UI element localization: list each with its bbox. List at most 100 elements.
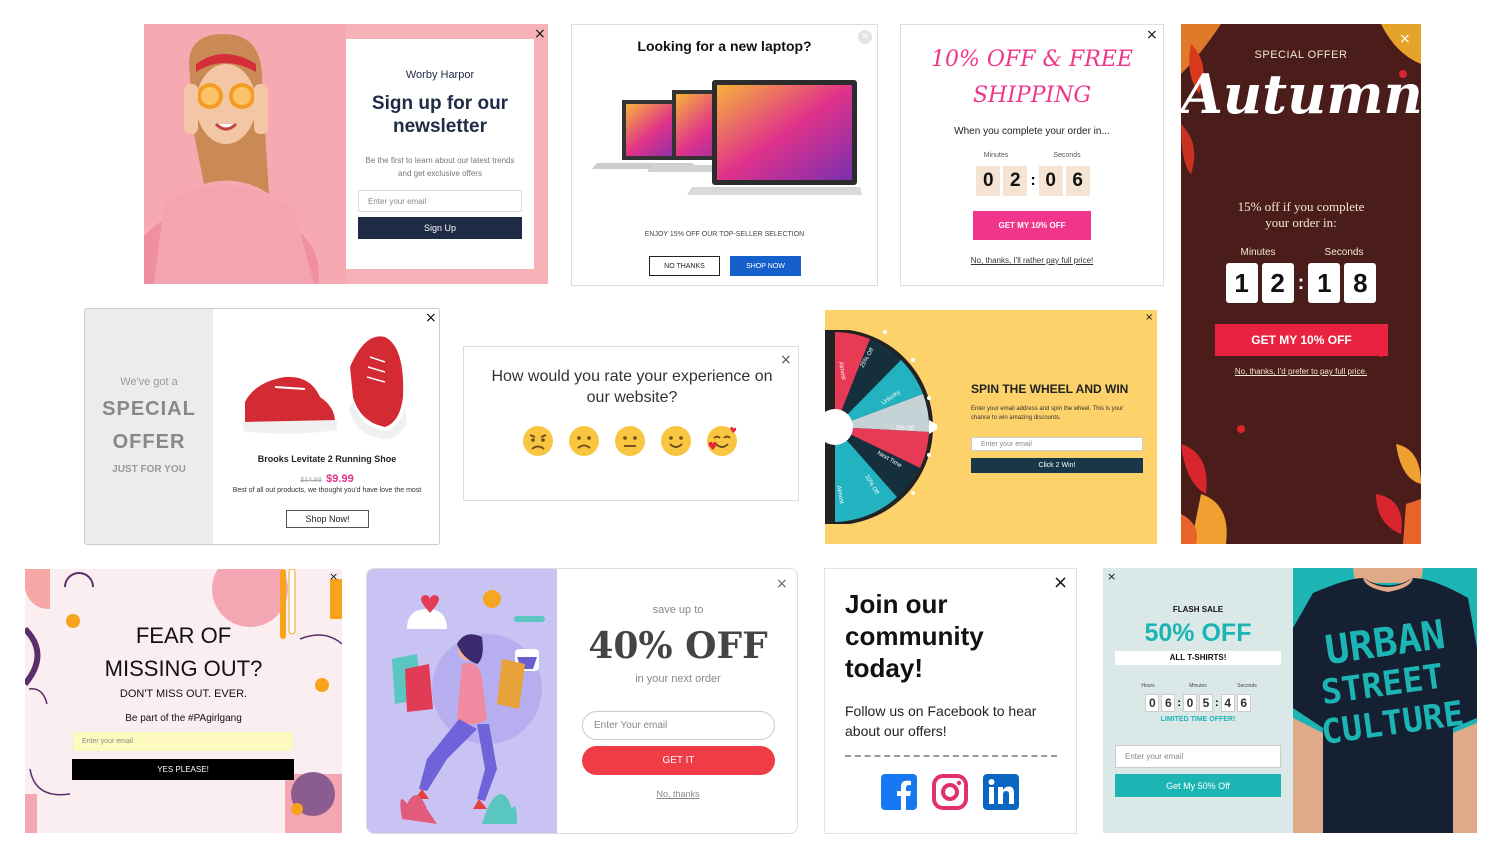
geometric-decorations — [25, 569, 342, 833]
timer-digit: 5 — [1199, 694, 1213, 712]
email-input[interactable]: Enter your email — [971, 437, 1143, 451]
offer-tagline: JUST FOR YOU — [112, 464, 186, 475]
dashed-divider — [845, 755, 1057, 757]
facebook-icon[interactable] — [881, 774, 917, 815]
neutral-emoji[interactable] — [614, 425, 646, 462]
wheel-title: SPIN THE WHEEL AND WIN — [971, 382, 1129, 396]
click-to-win-button[interactable]: Click 2 Win! — [971, 458, 1143, 473]
flash-sale-popup: × FLASH SALE 50% OFF ALL T-SHIRTS! Hours… — [1103, 568, 1477, 833]
email-input[interactable]: Enter your email — [72, 731, 294, 752]
offer-pre: save up to — [652, 604, 704, 616]
seconds-label: Seconds — [1053, 152, 1081, 159]
shoe-image — [235, 327, 425, 452]
timer-digit: 2 — [1261, 263, 1294, 303]
close-icon[interactable]: × — [1399, 32, 1411, 46]
decline-link[interactable]: No, thanks, I'd prefer to pay full price… — [1181, 367, 1421, 376]
close-icon[interactable]: × — [1145, 311, 1153, 325]
flash-label: FLASH SALE — [1172, 605, 1224, 614]
timer-digit: 0 — [1145, 694, 1160, 712]
timer-separator: : — [1215, 697, 1219, 709]
prize-wheel[interactable]: Almost 25% Off Unlucky 5% Off Next Time … — [825, 330, 941, 529]
email-input[interactable]: Enter Your email — [582, 711, 775, 740]
instagram-icon[interactable] — [932, 774, 968, 815]
minutes-label: Minutes — [983, 152, 1009, 159]
timer-digit: 0 — [1183, 694, 1197, 712]
timer-digit: 1 — [1225, 263, 1258, 303]
email-input[interactable]: Enter your email — [1115, 745, 1281, 768]
close-icon[interactable]: × — [776, 577, 788, 591]
sale-price: $9.99 — [326, 473, 354, 485]
product-description: Best of all out products, we thought you… — [232, 487, 422, 494]
close-icon[interactable]: × — [1107, 570, 1116, 584]
offer-title-line2: SHIPPING — [972, 83, 1092, 108]
get-offer-button[interactable]: Get My 50% Off — [1115, 774, 1281, 797]
timer-digit: 6 — [1236, 694, 1251, 712]
close-icon[interactable]: × — [425, 311, 437, 325]
timer-digit: 6 — [1065, 166, 1090, 196]
community-description: Follow us on Facebook to hear about our … — [845, 703, 1037, 739]
smiling-emoji[interactable] — [660, 425, 692, 462]
timer-separator: : — [1297, 271, 1305, 294]
wheel-segment-label: 5% Off — [896, 426, 915, 432]
timer-digit: 0 — [976, 166, 1001, 196]
autumn-title: Autumn — [1181, 62, 1421, 126]
decline-link[interactable]: No, thanks — [557, 789, 797, 799]
close-icon[interactable]: × — [1146, 28, 1158, 42]
community-title-line2: community — [845, 621, 984, 651]
fomo-title-line1: FEAR OF — [135, 623, 232, 648]
get-offer-button[interactable]: GET MY 10% OFF — [1215, 324, 1388, 356]
spin-wheel-popup: Almost 25% Off Unlucky 5% Off Next Time … — [825, 310, 1157, 544]
fomo-tagline: Be part of the #PAgirlgang — [125, 713, 242, 724]
close-icon[interactable]: × — [858, 30, 872, 44]
get-it-button[interactable]: GET IT — [582, 746, 775, 775]
offer-title-line1: 10% OFF & FREE — [931, 47, 1133, 72]
sign-up-button[interactable]: Sign Up — [358, 217, 522, 239]
timer-digit: 4 — [1220, 694, 1235, 712]
offer-headline: 40% OFF — [588, 625, 768, 667]
offer-word: OFFER — [112, 431, 186, 453]
offer-side-panel: We've got a SPECIAL OFFER JUST FOR YOU — [85, 309, 213, 544]
offer-subtitle: When you complete your order in... — [954, 126, 1110, 137]
rating-popup: × How would you rate your experience on … — [463, 346, 799, 501]
angry-emoji[interactable] — [522, 425, 554, 462]
linkedin-icon[interactable] — [983, 774, 1019, 815]
laptop-image — [592, 75, 862, 210]
close-icon[interactable]: × — [534, 27, 546, 41]
timer-separator: : — [1030, 172, 1036, 189]
woman-photo — [144, 24, 346, 284]
shop-now-button[interactable]: Shop Now! — [286, 510, 369, 528]
newsletter-popup: Worby Harpor Sign up for our newsletter … — [144, 24, 548, 284]
timer-digit: 2 — [1003, 166, 1028, 196]
offer-intro: We've got a — [120, 376, 178, 388]
close-icon[interactable]: × — [329, 570, 338, 584]
seconds-label: Seconds — [1324, 247, 1364, 258]
offer-special: SPECIAL — [102, 398, 196, 420]
close-icon[interactable]: × — [780, 353, 792, 367]
product-name: Brooks Levitate 2 Running Shoe — [257, 454, 397, 464]
tshirt-image: URBAN STREET CULTURE — [1293, 568, 1477, 833]
email-input[interactable]: Enter your email — [358, 190, 522, 212]
hours-label: Hours — [1141, 683, 1155, 689]
timer-digit: 6 — [1161, 694, 1176, 712]
old-price: $14.99 — [300, 477, 322, 484]
popup-title: Looking for a new laptop? — [637, 38, 812, 54]
rating-question: How would you rate your experience on ou… — [491, 368, 773, 406]
minutes-label: Minutes — [1189, 683, 1207, 689]
community-popup: × Join our community today! Follow us on… — [824, 568, 1077, 834]
close-icon[interactable]: × — [1053, 574, 1068, 592]
timer-digit: 8 — [1344, 263, 1377, 303]
community-title-line3: today! — [845, 653, 923, 683]
offer-post: in your next order — [635, 673, 721, 685]
decline-link[interactable]: No, thanks, I'll rather pay full price! — [901, 256, 1163, 265]
yes-please-button[interactable]: YES PLEASE! — [72, 759, 294, 780]
timer-digit: 1 — [1308, 263, 1341, 303]
love-emoji[interactable] — [706, 425, 740, 462]
no-thanks-button[interactable]: NO THANKS — [649, 256, 720, 276]
laptop-popup: Looking for a new laptop? × ENJOY 15% OF… — [571, 24, 878, 286]
discount-popup: × save up to 40% OFF in your next order … — [366, 568, 798, 834]
timer-separator: : — [1177, 697, 1181, 709]
newsletter-description: Be the first to learn about our latest t… — [365, 156, 515, 178]
shop-now-button[interactable]: SHOP NOW — [730, 256, 801, 276]
frowning-emoji[interactable] — [568, 425, 600, 462]
get-offer-button[interactable]: GET MY 10% OFF — [973, 211, 1091, 240]
